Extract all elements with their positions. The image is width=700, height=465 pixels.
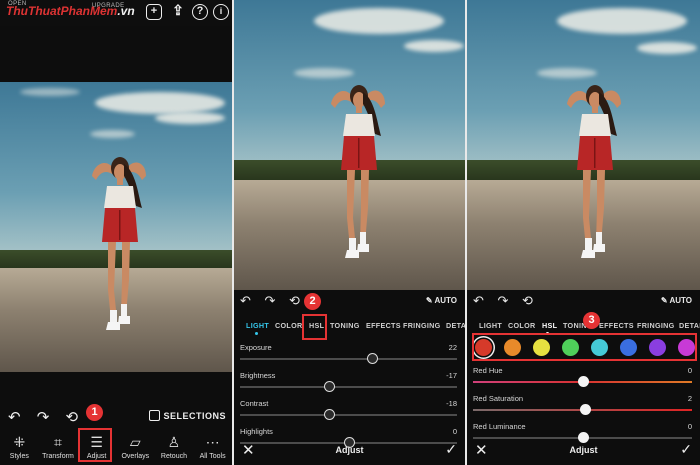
highlight-color-swatches xyxy=(472,333,697,361)
tab-light[interactable]: LIGHT xyxy=(479,321,502,330)
tab-light[interactable]: LIGHT xyxy=(246,321,269,330)
adjust-footer: ✕ Adjust ✓ xyxy=(467,435,700,465)
slider-label: Red Luminance xyxy=(473,422,526,431)
auto-button[interactable]: ✎ AUTO xyxy=(661,296,692,305)
slider-value: -18 xyxy=(446,399,457,408)
slider-handle[interactable] xyxy=(323,409,335,420)
active-tab-indicator xyxy=(255,332,258,335)
footer-title: Adjust xyxy=(335,445,364,455)
apply-check-icon[interactable]: ✓ xyxy=(445,441,457,458)
styles-icon: ⁜ xyxy=(13,434,26,450)
slider-label: Red Hue xyxy=(473,366,503,375)
slider-brightness[interactable]: Brightness -17 xyxy=(240,371,457,397)
editor-panel-hsl: ↶ ↷ ⟲ ✎ AUTO LIGHT COLOR HSL TONING EFFE… xyxy=(467,0,700,465)
slider-label: Brightness xyxy=(240,371,276,380)
tab-hsl[interactable]: HSL xyxy=(542,321,557,330)
top-bar: ThuThuatPhanMem.vn OPEN UPGRADE + ⇪ ? i xyxy=(0,0,232,26)
slider-track[interactable] xyxy=(240,414,457,416)
slider-handle[interactable] xyxy=(323,381,335,392)
tab-effects[interactable]: EFFECTS xyxy=(599,321,634,330)
slider-handle[interactable] xyxy=(367,353,379,364)
photo-canvas[interactable] xyxy=(0,82,232,372)
upgrade-label[interactable]: UPGRADE xyxy=(92,3,124,9)
selections-button[interactable]: SELECTIONS xyxy=(149,410,226,421)
adjust-tabs: LIGHT COLOR HSL TONING EFFECTS FRINGING … xyxy=(234,317,465,335)
tab-fringing[interactable]: FRINGING xyxy=(637,321,675,330)
person-icon: ♙ xyxy=(167,434,181,450)
slider-label: Contrast xyxy=(240,399,269,408)
undo-redo-reset-icons[interactable]: ↶ ↷ ⟲ xyxy=(240,293,305,309)
photo-canvas[interactable] xyxy=(234,0,465,290)
bottom-toolbar: ⁜ Styles ⌗ Transform ☰ Adjust ▱ Overlays ♙ Re… xyxy=(0,430,232,465)
info-icon[interactable]: i xyxy=(213,4,229,20)
step-badge-2: 2 xyxy=(304,293,321,310)
crop-icon: ⌗ xyxy=(54,434,62,450)
open-label[interactable]: OPEN xyxy=(8,1,27,7)
more-icon: ⋯ xyxy=(205,434,220,450)
tool-styles[interactable]: ⁜ Styles xyxy=(0,430,38,465)
slider-exposure[interactable]: Exposure 22 xyxy=(240,343,457,369)
model-figure xyxy=(92,157,146,330)
slider-handle[interactable] xyxy=(579,404,591,415)
edit-controls-bar: ↶ ↷ ⟲ ✎ AUTO xyxy=(467,292,700,312)
highlight-adjust xyxy=(78,428,112,462)
model-figure xyxy=(331,85,385,258)
footer-title: Adjust xyxy=(569,445,598,455)
slider-red-saturation[interactable]: Red Saturation 2 xyxy=(473,394,692,420)
slider-track[interactable] xyxy=(240,358,457,360)
editor-panel-main: ThuThuatPhanMem.vn OPEN UPGRADE + ⇪ ? i xyxy=(0,0,232,465)
slider-value: 0 xyxy=(687,422,692,431)
tool-overlays[interactable]: ▱ Overlays xyxy=(116,430,154,465)
add-icon[interactable]: + xyxy=(146,4,162,20)
tool-transform[interactable]: ⌗ Transform xyxy=(39,430,77,465)
slider-value: -17 xyxy=(446,371,457,380)
model-figure xyxy=(567,85,621,258)
undo-redo-controls[interactable]: ↶ ↷ ⟲ xyxy=(8,408,84,426)
apply-check-icon[interactable]: ✓ xyxy=(680,441,692,458)
tool-all-tools[interactable]: ⋯ All Tools xyxy=(194,430,232,465)
slider-value: 22 xyxy=(448,343,457,352)
tab-color[interactable]: COLOR xyxy=(508,321,535,330)
selections-icon xyxy=(149,410,161,421)
help-icon[interactable]: ? xyxy=(192,4,208,20)
photo-canvas[interactable] xyxy=(467,0,700,290)
tab-toning[interactable]: TONING xyxy=(330,321,360,330)
auto-button[interactable]: ✎ AUTO xyxy=(426,296,457,305)
slider-value: 0 xyxy=(687,366,692,375)
tab-detail[interactable]: DETAIL xyxy=(679,321,700,330)
slider-label: Red Saturation xyxy=(473,394,524,403)
tab-color[interactable]: COLOR xyxy=(275,321,302,330)
edit-controls-bar: ↶ ↷ ⟲ ✎ AUTO xyxy=(234,292,465,312)
overlays-icon: ▱ xyxy=(129,434,141,450)
editor-panel-light: ↶ ↷ ⟲ ✎ AUTO LIGHT COLOR HSL TONING EFFE… xyxy=(234,0,465,465)
slider-contrast[interactable]: Contrast -18 xyxy=(240,399,457,425)
tab-effects[interactable]: EFFECTS xyxy=(366,321,401,330)
highlight-hsl-tab xyxy=(302,314,327,340)
slider-track[interactable] xyxy=(240,386,457,388)
share-icon[interactable]: ⇪ xyxy=(170,3,186,20)
slider-value: 2 xyxy=(687,394,692,403)
tab-fringing[interactable]: FRINGING xyxy=(403,321,441,330)
tool-retouch[interactable]: ♙ Retouch xyxy=(155,430,193,465)
slider-red-hue[interactable]: Red Hue 0 xyxy=(473,366,692,392)
tab-detail[interactable]: DETAIL xyxy=(446,321,465,330)
step-badge-3: 3 xyxy=(583,312,600,329)
slider-label: Exposure xyxy=(240,343,272,352)
undo-redo-reset-icons[interactable]: ↶ ↷ ⟲ xyxy=(473,293,538,309)
adjust-footer: ✕ Adjust ✓ xyxy=(234,435,465,465)
slider-handle[interactable] xyxy=(577,376,589,387)
step-badge-1: 1 xyxy=(86,404,103,421)
